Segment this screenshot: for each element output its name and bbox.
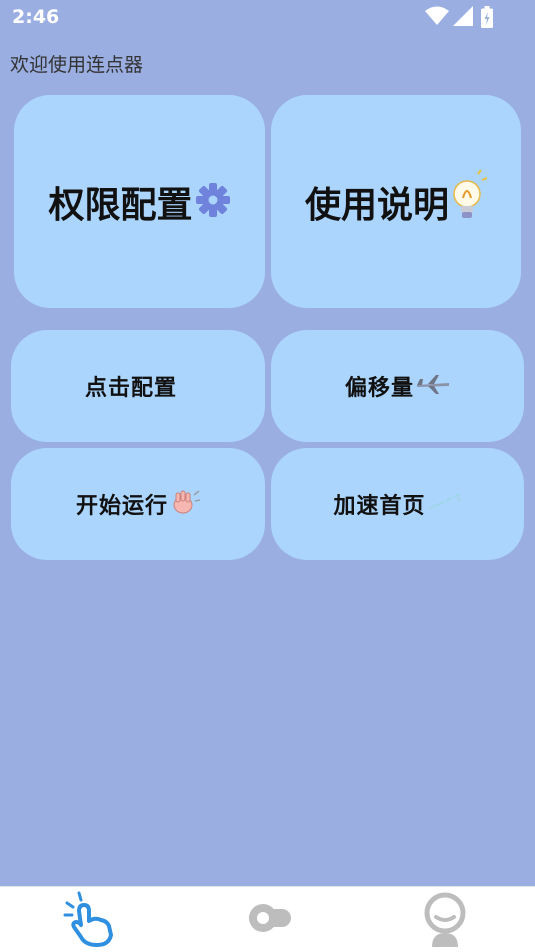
wifi-icon [425,6,449,25]
airplane-icon [416,373,450,399]
nav-tab-toggle[interactable] [238,891,298,949]
click-config-button[interactable]: 点击配置 [11,330,265,442]
permission-config-button[interactable]: 权限配置 [14,95,265,308]
nav-tab-clicker[interactable] [60,891,120,949]
tile-label: 开始运行 [75,494,168,519]
tile-label: 加速首页 [333,494,426,519]
tile-label: 偏移量 [344,376,414,401]
tile-label: 权限配置 [48,184,193,226]
toggle-icon [249,904,291,932]
bottom-nav [0,886,535,952]
usage-guide-button[interactable]: 使用说明 [271,95,521,308]
start-run-button[interactable]: 开始运行 [11,448,265,560]
sparkle-icon [428,492,462,516]
tile-label: 使用说明 [304,184,449,226]
welcome-text: 欢迎使用连点器 [10,54,144,76]
nav-tab-profile[interactable] [415,891,475,949]
hand-icon [170,487,201,521]
tile-label: 点击配置 [84,376,177,401]
lightbulb-icon [451,168,488,234]
boost-home-button[interactable]: 加速首页 [271,448,524,560]
status-bar: 2:46 [0,0,535,36]
offset-button[interactable]: 偏移量 [271,330,524,442]
signal-icon [453,6,473,26]
profile-icon [424,892,466,947]
battery-icon [481,6,493,28]
status-time: 2:46 [12,6,60,28]
gear-icon [195,182,231,222]
tap-hand-icon [63,891,113,947]
